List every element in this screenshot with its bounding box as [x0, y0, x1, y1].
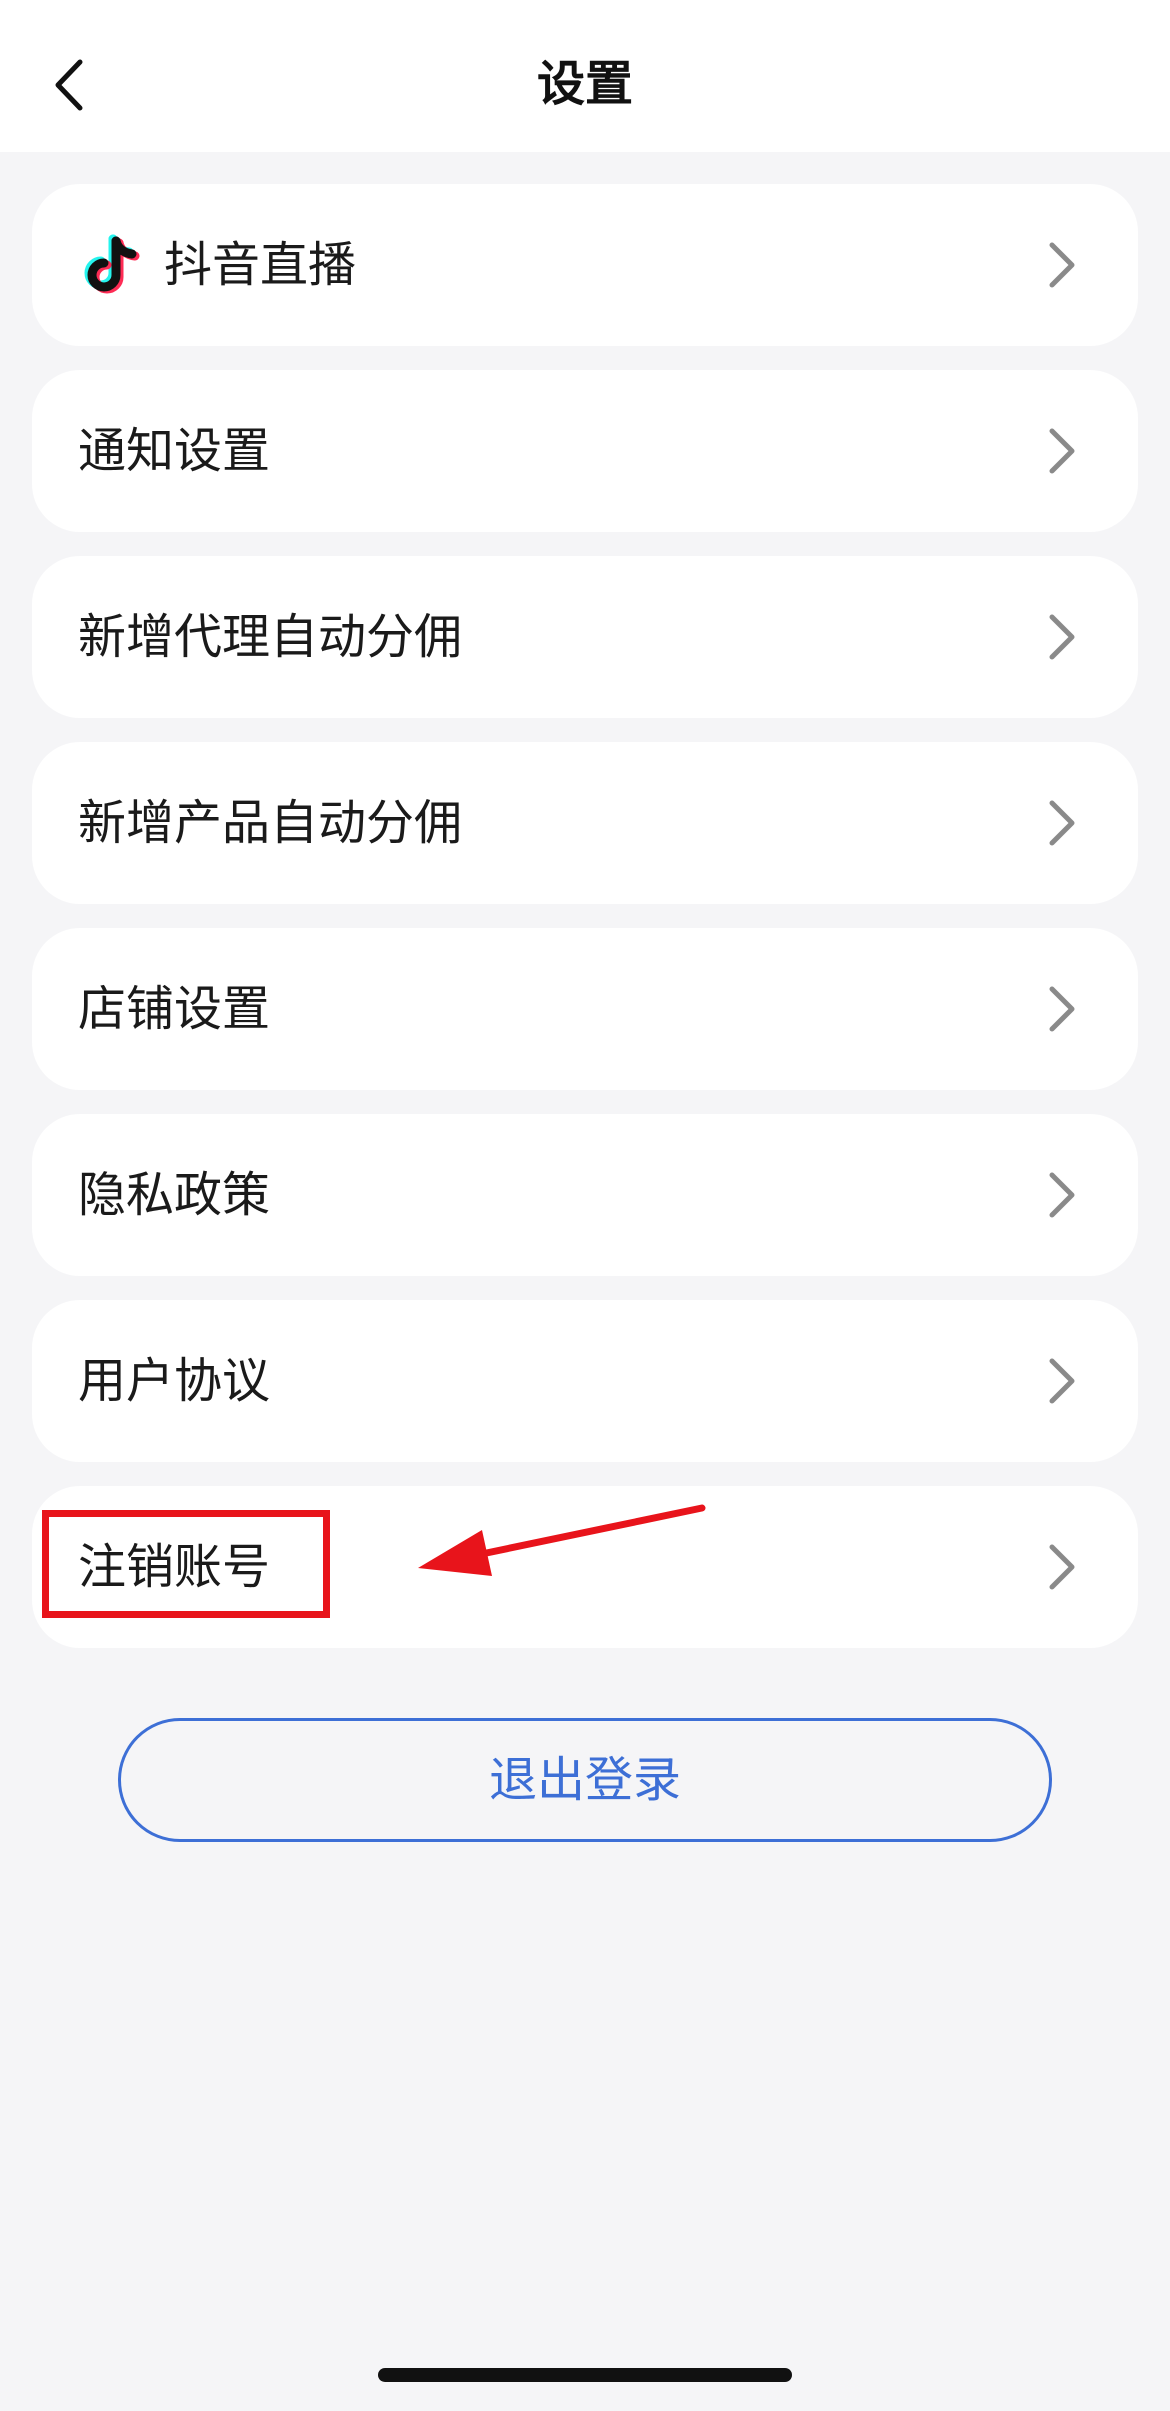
menu-item-label: 新增代理自动分佣: [78, 609, 463, 665]
tiktok-logo-icon: [78, 231, 146, 299]
chevron-right-icon: [1042, 795, 1082, 851]
menu-item-label: 通知设置: [78, 423, 271, 479]
menu-item-douyin-live[interactable]: 抖音直播: [32, 184, 1138, 346]
menu-item-shop-settings[interactable]: 店铺设置: [32, 928, 1138, 1090]
chevron-right-icon: [1042, 981, 1082, 1037]
menu-item-label: 新增产品自动分佣: [78, 795, 463, 851]
page-title: 设置: [536, 56, 633, 112]
chevron-right-icon: [1042, 1539, 1082, 1595]
menu-item-label: 用户协议: [78, 1353, 271, 1409]
chevron-right-icon: [1042, 1167, 1082, 1223]
settings-menu-list: 抖音直播 通知设置 新增代理自动分佣 新增产品自动分佣 店铺设置 隐私政策 用户…: [32, 184, 1138, 1672]
menu-item-label: 店铺设置: [78, 981, 271, 1037]
menu-item-notification-settings[interactable]: 通知设置: [32, 370, 1138, 532]
nav-bar: 设置: [0, 0, 1170, 152]
home-indicator: [378, 2368, 792, 2382]
menu-item-product-auto-commission[interactable]: 新增产品自动分佣: [32, 742, 1138, 904]
menu-item-label: 隐私政策: [78, 1167, 271, 1223]
menu-item-privacy-policy[interactable]: 隐私政策: [32, 1114, 1138, 1276]
chevron-right-icon: [1042, 423, 1082, 479]
chevron-right-icon: [1042, 237, 1082, 293]
menu-item-label: 注销账号: [78, 1539, 271, 1595]
menu-item-delete-account[interactable]: 注销账号: [32, 1486, 1138, 1648]
chevron-right-icon: [1042, 609, 1082, 665]
chevron-right-icon: [1042, 1353, 1082, 1409]
menu-item-agent-auto-commission[interactable]: 新增代理自动分佣: [32, 556, 1138, 718]
menu-item-label: 抖音直播: [164, 237, 357, 293]
menu-item-user-agreement[interactable]: 用户协议: [32, 1300, 1138, 1462]
logout-button[interactable]: 退出登录: [118, 1718, 1052, 1842]
